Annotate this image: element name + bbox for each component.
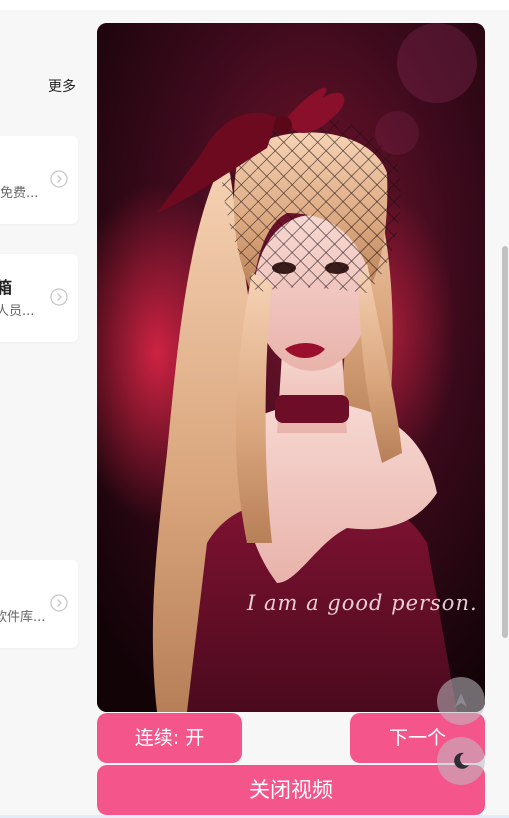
chevron-right-circle-icon — [50, 288, 68, 306]
close-video-button[interactable]: 关闭视频 — [97, 765, 485, 815]
arrow-up-icon — [455, 693, 467, 707]
list-card[interactable]: 箱 人员... — [0, 254, 78, 342]
theme-toggle-button[interactable] — [437, 737, 485, 785]
page: 更多 免费... 箱 人员... 软件库... I am a good pers… — [0, 0, 509, 818]
top-strip — [0, 0, 509, 10]
chevron-right-circle-icon — [50, 594, 68, 612]
list-card[interactable]: 软件库... — [0, 560, 78, 648]
card-title: 箱 — [0, 278, 13, 297]
card-desc: 软件库... — [0, 610, 46, 625]
video-caption: I am a good person. — [247, 591, 478, 615]
card-desc: 免费... — [0, 186, 39, 201]
chevron-right-circle-icon — [50, 170, 68, 188]
continuous-toggle-button[interactable]: 连续: 开 — [97, 713, 242, 763]
card-desc: 人员... — [0, 304, 35, 319]
moon-icon — [454, 752, 469, 769]
video-player[interactable]: I am a good person. — [97, 23, 485, 712]
more-link[interactable]: 更多 — [48, 76, 76, 96]
scroll-top-button[interactable] — [437, 677, 485, 725]
scrollbar[interactable] — [502, 246, 508, 638]
list-card[interactable]: 免费... — [0, 136, 78, 224]
